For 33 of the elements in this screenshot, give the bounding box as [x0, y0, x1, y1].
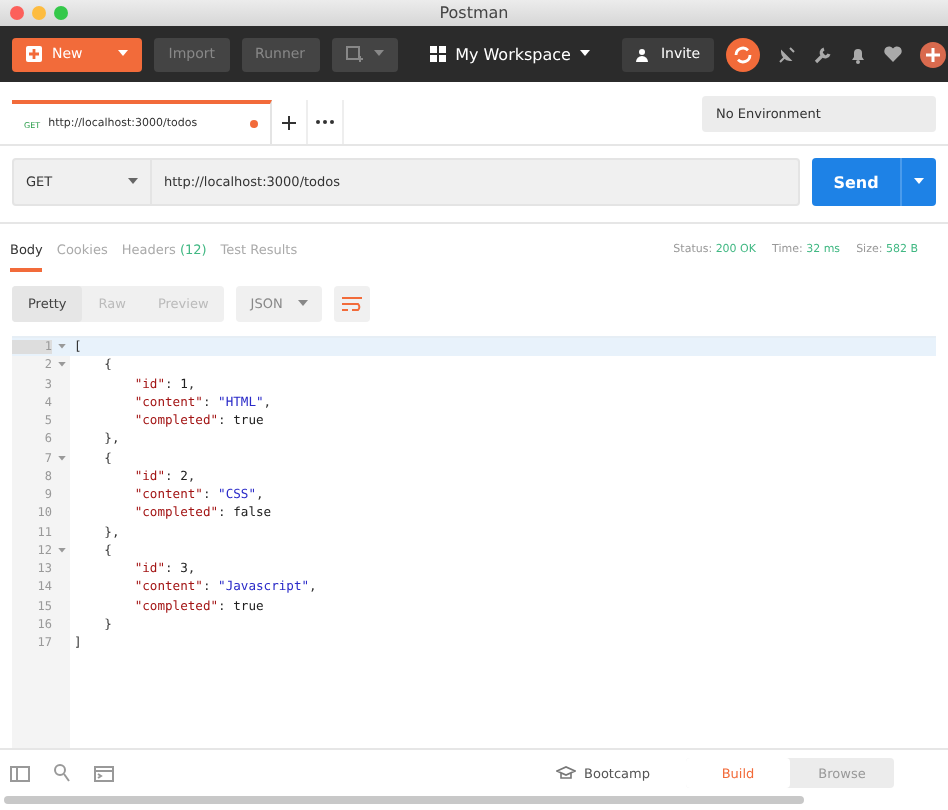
bell-icon[interactable]	[850, 45, 867, 63]
heart-icon[interactable]	[884, 46, 903, 62]
fold-icon[interactable]	[57, 547, 65, 554]
fold-icon[interactable]	[57, 362, 65, 369]
new-window-button[interactable]	[331, 37, 398, 71]
sidebar-icon[interactable]	[10, 765, 30, 781]
plus-icon	[26, 46, 42, 62]
workspace-dropdown[interactable]: My Workspace	[417, 43, 603, 65]
window-title: Postman	[439, 4, 509, 22]
caret-icon	[128, 178, 138, 186]
caret-icon	[118, 50, 129, 58]
user-plus-icon	[636, 47, 651, 61]
maximize-icon[interactable]	[54, 6, 68, 20]
sync-icon[interactable]	[726, 37, 761, 71]
grid-icon	[429, 46, 446, 62]
search-icon[interactable]	[54, 764, 70, 782]
fold-icon[interactable]	[57, 344, 65, 351]
window-plus-icon	[345, 46, 364, 62]
graduation-cap-icon	[556, 766, 577, 780]
plus-icon	[282, 115, 296, 129]
wrap-lines-button[interactable]	[334, 286, 371, 322]
console-icon[interactable]	[94, 765, 114, 781]
satellite-icon[interactable]	[778, 45, 797, 63]
fold-icon[interactable]	[57, 455, 65, 462]
wrench-icon[interactable]	[814, 45, 833, 63]
caret-icon	[580, 50, 591, 58]
caret-icon	[373, 50, 384, 58]
wrap-icon	[342, 296, 363, 312]
scrollbar[interactable]	[4, 796, 804, 804]
avatar-icon[interactable]	[920, 41, 947, 67]
caret-icon	[298, 300, 309, 308]
caret-icon	[914, 178, 924, 186]
close-icon[interactable]	[10, 6, 24, 20]
